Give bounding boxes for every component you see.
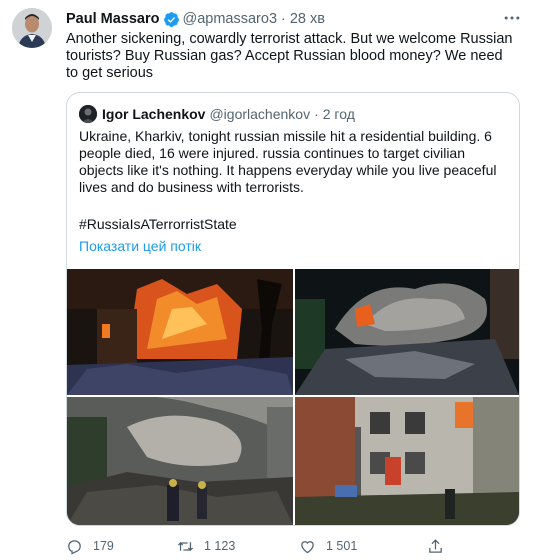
photo-3[interactable] (67, 397, 293, 525)
photo-grid (67, 269, 519, 525)
retweet-count: 1 123 (204, 539, 236, 553)
author-avatar[interactable] (12, 8, 52, 48)
tweet[interactable]: Paul Massaro @apmassaro3 · 28 хв Another… (0, 0, 536, 560)
reply-count: 179 (93, 539, 114, 553)
share-icon (429, 538, 442, 553)
quoted-header-separator: · (314, 106, 319, 122)
quoted-author-avatar[interactable] (79, 105, 97, 123)
quoted-timestamp[interactable]: 2 год (323, 106, 355, 122)
more-options-icon[interactable] (502, 8, 522, 28)
author-name[interactable]: Paul Massaro (66, 11, 160, 27)
reply-button[interactable]: 179 (66, 538, 177, 555)
retweet-icon (177, 541, 194, 551)
share-button[interactable] (427, 538, 467, 555)
photo-4[interactable] (295, 397, 519, 525)
like-count: 1 501 (326, 539, 358, 553)
quoted-author-handle[interactable]: @igorlachenkov (209, 106, 310, 122)
tweet-timestamp[interactable]: 28 хв (290, 11, 325, 27)
tweet-header: Paul Massaro @apmassaro3 · 28 хв (66, 9, 520, 29)
photo-2[interactable] (295, 269, 519, 395)
reply-icon (68, 539, 81, 555)
header-separator: · (281, 11, 286, 27)
quoted-tweet[interactable]: Igor Lachenkov @igorlachenkov · 2 год Uk… (66, 92, 520, 526)
author-handle[interactable]: @apmassaro3 (183, 11, 278, 27)
hashtag-link[interactable]: #RussiaIsATerrorristState (79, 216, 237, 232)
quoted-tweet-header: Igor Lachenkov @igorlachenkov · 2 год (79, 105, 355, 123)
tweet-text: Another sickening, cowardly terrorist at… (66, 31, 513, 81)
quoted-tweet-text: Ukraine, Kharkiv, tonight russian missil… (79, 128, 497, 195)
show-thread-link[interactable]: Показати цей потік (79, 238, 201, 254)
photo-1[interactable] (67, 269, 293, 395)
heart-icon (301, 540, 314, 553)
tweet-actions: 179 1 123 1 501 (66, 536, 496, 556)
like-button[interactable]: 1 501 (299, 538, 427, 555)
retweet-button[interactable]: 1 123 (177, 538, 299, 555)
verified-badge-icon (163, 11, 179, 27)
quoted-author-name[interactable]: Igor Lachenkov (102, 106, 205, 122)
